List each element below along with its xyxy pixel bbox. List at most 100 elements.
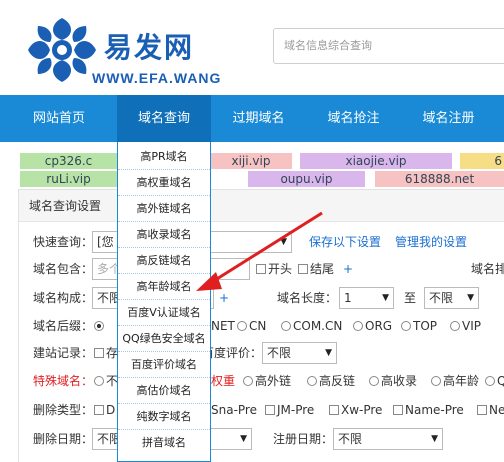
row-suffix: 域名后缀： NET CN COM.CN ORG TOP VIP bbox=[19, 315, 504, 341]
nav-item-home[interactable]: 网站首页 bbox=[0, 95, 118, 142]
structure-add-button[interactable]: + bbox=[219, 287, 229, 309]
menu-item-high-value[interactable]: 高估价域名 bbox=[118, 378, 210, 404]
radio-icon bbox=[431, 376, 441, 386]
logo-url: WWW.EFA.WANG bbox=[92, 70, 222, 86]
menu-item-high-indexed[interactable]: 高收录域名 bbox=[118, 222, 210, 248]
special-opt-outlinks[interactable]: 高外链 bbox=[243, 370, 291, 392]
special-opt-any[interactable]: 不 bbox=[94, 370, 118, 392]
row-contains: 域名包含： 多个 开头 结尾 + 域名排 bbox=[19, 258, 504, 284]
suffix-opt-comcn[interactable]: COM.CN bbox=[281, 315, 342, 337]
suffix-opt-cn[interactable]: CN bbox=[237, 315, 266, 337]
eval-select[interactable]: 不限 ▼ bbox=[262, 342, 337, 364]
page: 易发网 WWW.EFA.WANG 域名信息综合查询 网站首页 域名查询 过期域名… bbox=[0, 0, 504, 462]
opt-start[interactable]: 开头 bbox=[256, 258, 292, 280]
menu-item-high-weight[interactable]: 高权重域名 bbox=[118, 170, 210, 196]
menu-item-high-backlinks[interactable]: 高反链域名 bbox=[118, 248, 210, 274]
menu-item-pinyin[interactable]: 拼音域名 bbox=[118, 430, 210, 456]
del-type-opt-sna[interactable]: Sna-Pre bbox=[211, 399, 257, 421]
tag-item[interactable]: cp326.c bbox=[20, 153, 117, 169]
logo-title[interactable]: 易发网 bbox=[104, 26, 194, 66]
radio-icon bbox=[94, 376, 104, 386]
eval-label: 百度评价： bbox=[202, 346, 263, 360]
checkbox-icon bbox=[94, 405, 104, 415]
menu-item-high-pr[interactable]: 高PR域名 bbox=[118, 144, 210, 170]
suffix-opt-top[interactable]: TOP bbox=[401, 315, 437, 337]
radio-icon bbox=[485, 376, 495, 386]
special-opt-weight[interactable]: 权重 bbox=[211, 370, 235, 392]
logo-icon[interactable] bbox=[22, 14, 102, 86]
domain-search-dropdown: 高PR域名 高权重域名 高外链域名 高收录域名 高反链域名 高年龄域名 百度V认… bbox=[117, 142, 211, 462]
domain-sort-label: 域名排 bbox=[471, 262, 504, 276]
radio-icon bbox=[401, 321, 411, 331]
nav-item-backorder[interactable]: 域名抢注 bbox=[306, 95, 401, 142]
chevron-down-icon: ▼ bbox=[240, 434, 247, 444]
del-type-opt-name[interactable]: Name-Pre bbox=[393, 399, 464, 421]
del-type-opt-jm[interactable]: JM-Pre bbox=[265, 399, 314, 421]
menu-item-numeric[interactable]: 纯数字域名 bbox=[118, 404, 210, 430]
special-opt-indexed[interactable]: 高收录 bbox=[369, 370, 417, 392]
suffix-opt-vip[interactable]: VIP bbox=[450, 315, 481, 337]
record-opt[interactable]: 存 bbox=[94, 342, 118, 364]
site-header: 易发网 WWW.EFA.WANG 域名信息综合查询 bbox=[0, 0, 504, 95]
radio-icon bbox=[450, 321, 460, 331]
length-to-select[interactable]: 不限 ▼ bbox=[424, 287, 479, 309]
reg-date-label: 注册日期： bbox=[273, 432, 334, 446]
record-label: 建站记录： bbox=[33, 346, 94, 360]
radio-icon bbox=[237, 321, 247, 331]
menu-item-high-age[interactable]: 高年龄域名 bbox=[118, 274, 210, 300]
main-nav: 网站首页 域名查询 过期域名 域名抢注 域名注册 bbox=[0, 95, 504, 142]
special-label: 特殊域名： bbox=[33, 374, 94, 388]
nav-item-domain-search[interactable]: 域名查询 bbox=[117, 95, 211, 142]
search-input[interactable]: 域名信息综合查询 bbox=[273, 28, 504, 64]
special-opt-backlinks[interactable]: 高反链 bbox=[307, 370, 355, 392]
manage-settings-link[interactable]: 管理我的设置 bbox=[395, 231, 467, 253]
checkbox-icon bbox=[265, 405, 275, 415]
contains-add-button[interactable]: + bbox=[343, 258, 353, 280]
del-date-label: 删除日期： bbox=[33, 432, 94, 446]
special-opt-age[interactable]: 高年龄 bbox=[431, 370, 479, 392]
suffix-opt-org[interactable]: ORG bbox=[353, 315, 392, 337]
radio-icon bbox=[281, 321, 291, 331]
chevron-down-icon: ▼ bbox=[382, 293, 389, 303]
tag-item[interactable]: xiji.vip bbox=[210, 153, 292, 169]
chevron-down-icon: ▼ bbox=[280, 237, 287, 247]
row-del-type: 删除类型： D Sna-Pre JM-Pre Xw-Pre Name-Pre N… bbox=[19, 399, 504, 425]
tag-item[interactable]: 618888.net bbox=[375, 171, 504, 187]
structure-label: 域名构成： bbox=[33, 291, 94, 305]
del-type-opt-d[interactable]: D bbox=[94, 399, 115, 421]
tag-item[interactable]: oupu.vip bbox=[248, 171, 365, 187]
menu-item-baidu-eval[interactable]: 百度评价域名 bbox=[118, 352, 210, 378]
menu-item-high-outlinks[interactable]: 高外链域名 bbox=[118, 196, 210, 222]
del-type-opt-xw[interactable]: Xw-Pre bbox=[329, 399, 382, 421]
length-from-select[interactable]: 1 ▼ bbox=[339, 287, 394, 309]
tag-item[interactable]: ruLi.vip bbox=[20, 171, 117, 187]
reg-date-select[interactable]: 不限 ▼ bbox=[333, 428, 443, 450]
opt-end[interactable]: 结尾 bbox=[298, 258, 334, 280]
to-label: 至 bbox=[404, 291, 417, 305]
radio-icon bbox=[353, 321, 363, 331]
menu-item-qq-safe[interactable]: QQ绿色安全域名 bbox=[118, 326, 210, 352]
radio-icon bbox=[307, 376, 317, 386]
nav-item-register[interactable]: 域名注册 bbox=[401, 95, 496, 142]
tag-item[interactable]: 6 bbox=[460, 153, 504, 169]
row-structure: 域名构成： 不限 + 域名长度： 1 ▼ 至 不限 ▼ bbox=[19, 287, 504, 313]
chevron-down-icon: ▼ bbox=[431, 434, 438, 444]
checkbox-icon bbox=[393, 405, 403, 415]
radio-icon bbox=[369, 376, 379, 386]
menu-item-baidu-verified[interactable]: 百度V认证域名 bbox=[118, 300, 210, 326]
suffix-radio-selected[interactable] bbox=[94, 315, 106, 337]
chevron-down-icon: ▼ bbox=[325, 348, 332, 358]
checkbox-icon bbox=[94, 348, 104, 358]
suffix-opt-net[interactable]: NET bbox=[211, 315, 235, 337]
row-record: 建站记录： 存 百度评价： 不限 ▼ bbox=[19, 342, 504, 368]
tag-item[interactable]: xiaojie.vip bbox=[300, 153, 452, 169]
contains-label: 域名包含： bbox=[33, 262, 94, 276]
save-settings-link[interactable]: 保存以下设置 bbox=[309, 231, 381, 253]
row-special: 特殊域名： 不 权重 高外链 高反链 高收录 高年龄 Q bbox=[19, 370, 504, 396]
radio-icon bbox=[243, 376, 253, 386]
nav-item-expired[interactable]: 过期域名 bbox=[211, 95, 306, 142]
chevron-down-icon: ▼ bbox=[467, 293, 474, 303]
special-opt-q[interactable]: Q bbox=[485, 370, 504, 392]
panel-title: 域名查询设置 bbox=[19, 190, 504, 222]
del-type-opt-ne[interactable]: Ne bbox=[477, 399, 504, 421]
